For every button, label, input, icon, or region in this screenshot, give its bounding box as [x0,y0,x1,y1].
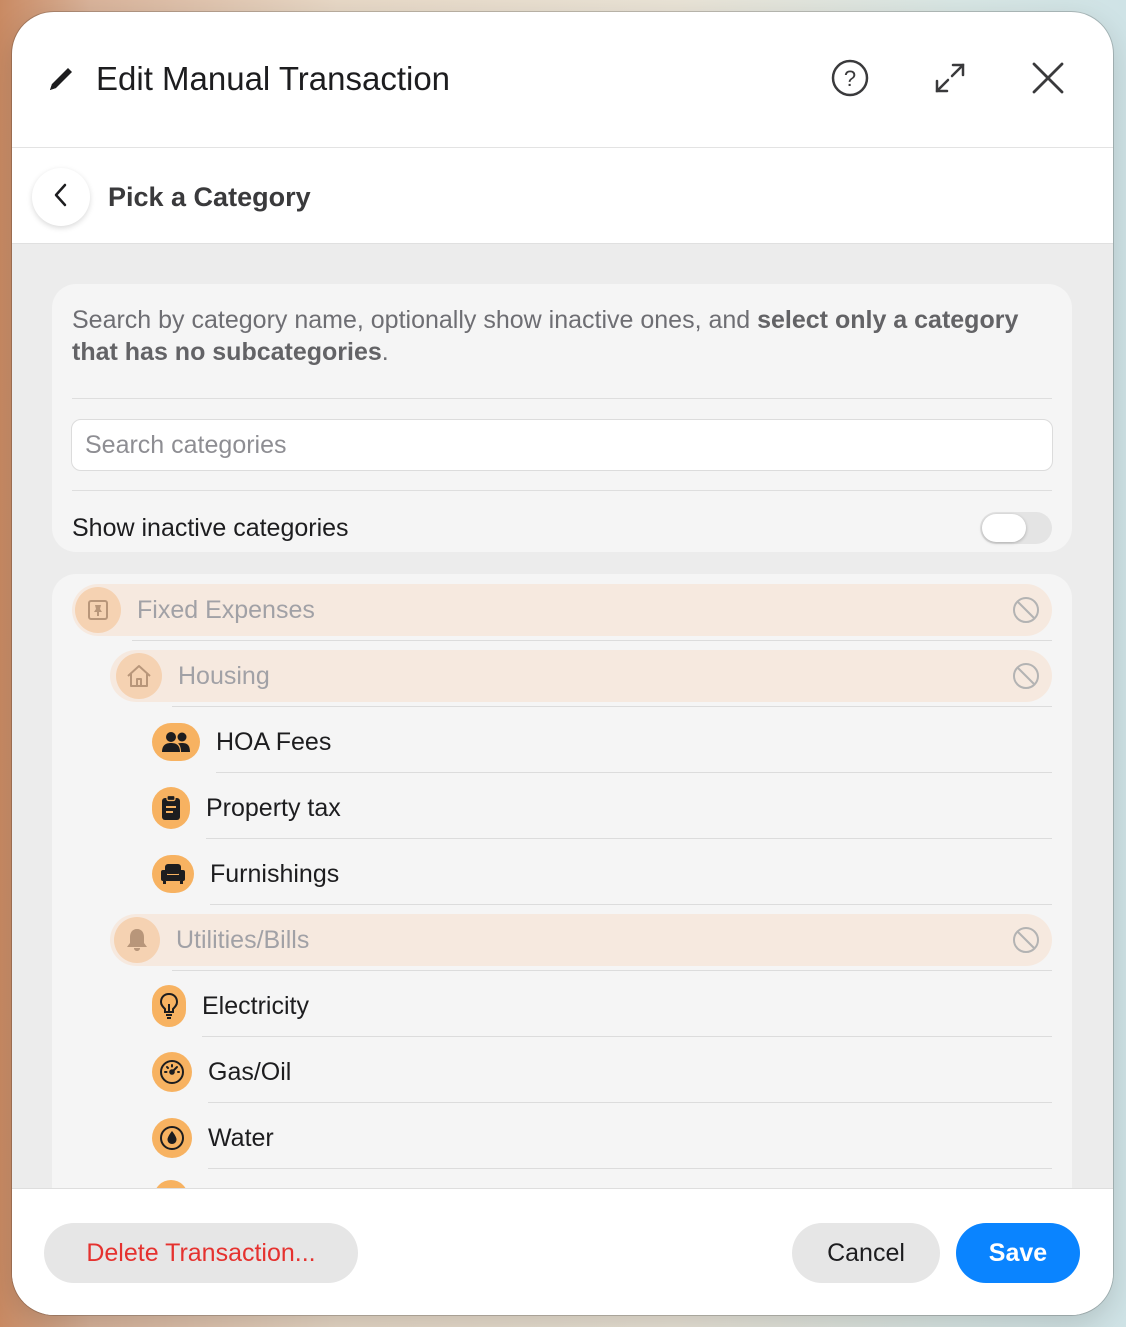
divider [172,706,1052,707]
save-button[interactable]: Save [956,1223,1080,1283]
help-button[interactable]: ? [828,58,872,102]
content-area: Search by category name, optionally show… [12,244,1113,1188]
category-label: Fixed Expenses [137,595,315,624]
bell-icon [114,917,160,963]
category-row-water[interactable]: Water [152,1112,1052,1164]
pencil-icon [46,64,76,94]
chevron-left-icon [51,182,71,213]
divider [208,1168,1052,1169]
subheader: Pick a Category [12,148,1113,244]
close-button[interactable] [1026,58,1070,102]
pushpin-icon [75,587,121,633]
category-row-hoa-fees[interactable]: HOA Fees [152,716,1052,768]
divider [72,398,1052,399]
dialog-title: Edit Manual Transaction [96,60,451,97]
toggle-knob [982,514,1026,542]
delete-transaction-button[interactable]: Delete Transaction... [44,1223,358,1283]
category-label: Gas/Oil [208,1057,292,1086]
page-title: Pick a Category [108,182,311,212]
show-inactive-label: Show inactive categories [72,514,349,542]
show-inactive-toggle[interactable] [980,512,1052,544]
title-bar: Edit Manual Transaction ? [12,12,1113,148]
question-circle-icon: ? [830,58,870,103]
footer: Delete Transaction... Cancel Save [12,1188,1113,1315]
divider [172,970,1052,971]
water-drop-icon [152,1118,192,1158]
expand-arrows-icon [932,60,968,101]
category-row-electricity[interactable]: Electricity [152,980,1052,1032]
divider [72,490,1052,491]
divider [206,838,1052,839]
divider [216,772,1052,773]
category-label: Electricity [202,991,309,1020]
category-row-utilities-bills[interactable]: Utilities/Bills [110,914,1052,966]
divider [202,1036,1052,1037]
divider [210,904,1052,905]
category-row-furnishings[interactable]: Furnishings [152,848,1052,900]
back-button[interactable] [32,168,90,226]
category-label: Utilities/Bills [176,925,310,954]
category-row-property-tax[interactable]: Property tax [152,782,1052,834]
lightbulb-icon [152,985,186,1027]
category-label: Furnishings [210,859,340,888]
help-text: Search by category name, optionally show… [72,306,1019,366]
close-icon [1031,61,1065,100]
edit-transaction-dialog: Edit Manual Transaction ? Pick a Categor… [12,12,1113,1315]
search-input[interactable] [71,419,1053,471]
armchair-icon [152,855,194,893]
divider [132,640,1052,641]
category-label: Housing [178,661,270,690]
cancel-button[interactable]: Cancel [792,1223,940,1283]
category-row-gas-oil[interactable]: Gas/Oil [152,1046,1052,1098]
category-label: Water [208,1123,274,1152]
category-row-housing[interactable]: Housing [110,650,1052,702]
search-card: Search by category name, optionally show… [52,284,1072,552]
gauge-icon [152,1052,192,1092]
clipboard-icon [152,787,190,829]
category-list: Fixed Expenses Housing HOA Fees Property… [52,574,1072,1188]
disabled-icon [1012,596,1040,624]
people-icon [152,723,200,761]
category-label: HOA Fees [216,727,332,756]
divider [208,1102,1052,1103]
category-icon-partial [154,1180,188,1188]
disabled-icon [1012,662,1040,690]
expand-button[interactable] [928,58,972,102]
category-row-fixed-expenses[interactable]: Fixed Expenses [72,584,1052,636]
disabled-icon [1012,926,1040,954]
svg-text:?: ? [844,66,856,91]
category-label: Property tax [206,793,341,822]
house-icon [116,653,162,699]
